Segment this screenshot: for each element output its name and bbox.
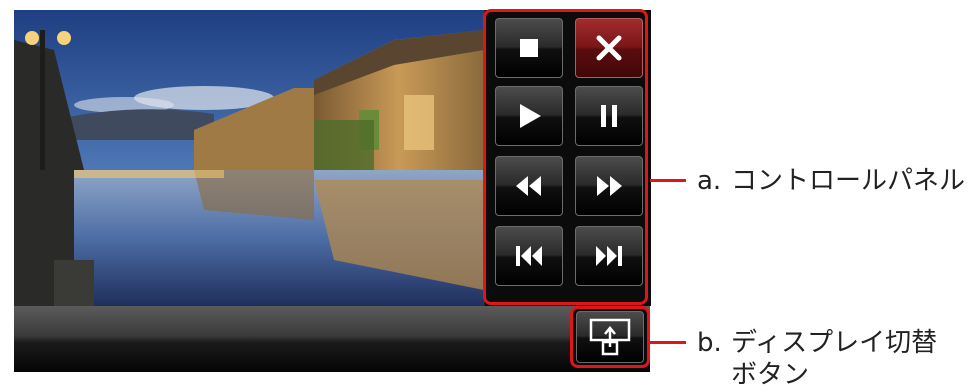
pause-button[interactable] [575, 86, 643, 146]
callout-b-label-line1: ディスプレイ切替 [731, 328, 938, 358]
control-panel [484, 10, 651, 306]
play-button[interactable] [495, 86, 563, 146]
close-button[interactable] [575, 18, 643, 78]
close-icon [596, 35, 622, 61]
display-switch-button[interactable] [570, 306, 650, 368]
rewind-icon [516, 176, 541, 196]
display-switch-icon [589, 318, 631, 356]
callout-b-line2: ボタン [731, 358, 809, 392]
callout-b-label-line2: ボタン [731, 360, 810, 390]
display-switch-face [576, 311, 644, 363]
fast-forward-icon [597, 176, 622, 196]
next-button[interactable] [575, 226, 643, 286]
play-icon [520, 104, 541, 128]
callout-b: b. ディスプレイ切替 [697, 326, 937, 360]
callout-b-leader [650, 341, 686, 344]
stop-icon [520, 39, 538, 57]
rewind-button[interactable] [495, 156, 563, 216]
skip-previous-icon [516, 246, 542, 266]
fast-forward-button[interactable] [575, 156, 643, 216]
video-player [14, 9, 651, 372]
skip-next-icon [596, 246, 622, 266]
control-bar [14, 306, 650, 372]
pause-icon [601, 105, 617, 127]
callout-a-label: コントロールパネル [731, 166, 966, 196]
previous-button[interactable] [495, 226, 563, 286]
callout-a: a. コントロールパネル [697, 164, 965, 198]
callout-a-leader [650, 179, 686, 182]
callout-b-marker: b. [697, 328, 722, 358]
stop-button[interactable] [495, 18, 563, 78]
callout-a-marker: a. [697, 166, 722, 196]
